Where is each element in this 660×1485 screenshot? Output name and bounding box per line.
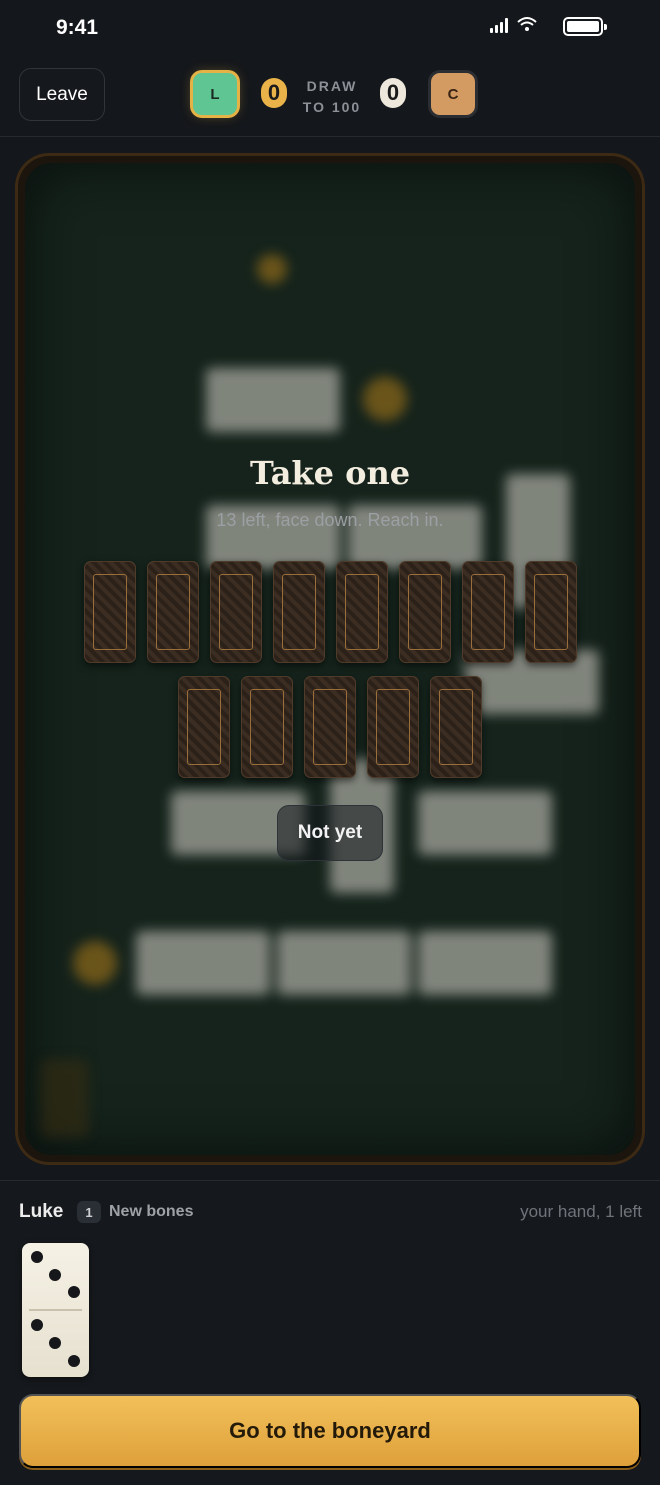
new-bones-count: 1 <box>77 1201 101 1223</box>
player-name: Luke <box>19 1201 64 1222</box>
leave-button[interactable]: Leave <box>19 68 105 121</box>
bone-back-pattern <box>534 574 568 650</box>
bone-back-pattern <box>93 574 127 650</box>
bone-back-pattern <box>376 689 410 765</box>
bone-back-pattern <box>156 574 190 650</box>
bone-back-pattern <box>282 574 316 650</box>
face-down-bone[interactable] <box>430 676 482 778</box>
game-target: DRAW TO 100 <box>296 76 368 118</box>
game-header: Leave L 0 DRAW TO 100 0 C <box>0 56 660 137</box>
status-bar: 9:41 <box>0 0 660 56</box>
face-down-bone[interactable] <box>178 676 230 778</box>
bone-back-pattern <box>408 574 442 650</box>
target-line-2: TO 100 <box>302 99 362 115</box>
opponent-score: 0 <box>380 78 406 108</box>
opponent-avatar: C <box>431 73 475 115</box>
new-bones-label: New bones <box>109 1203 194 1220</box>
bone-back-pattern <box>345 574 379 650</box>
clock: 9:41 <box>56 16 99 39</box>
player-avatar: L <box>193 73 237 115</box>
face-down-bone[interactable] <box>399 561 451 663</box>
hand-info: your hand, 1 left <box>520 1202 642 1221</box>
bone-back-pattern <box>250 689 284 765</box>
bone-back-pattern <box>439 689 473 765</box>
bone-back-pattern <box>471 574 505 650</box>
signal-icon <box>490 18 508 33</box>
not-yet-button[interactable]: Not yet <box>277 805 383 861</box>
go-to-boneyard-button[interactable]: Go to the boneyard <box>19 1394 641 1468</box>
face-down-bone[interactable] <box>525 561 577 663</box>
hand-domino-3-3[interactable] <box>22 1243 89 1377</box>
face-down-bone[interactable] <box>462 561 514 663</box>
player-score: 0 <box>261 78 287 108</box>
bone-back-pattern <box>313 689 347 765</box>
face-down-bone[interactable] <box>241 676 293 778</box>
face-down-bone[interactable] <box>336 561 388 663</box>
face-down-bone[interactable] <box>367 676 419 778</box>
face-down-bone[interactable] <box>210 561 262 663</box>
battery-icon <box>563 17 607 36</box>
wifi-icon <box>517 17 537 31</box>
face-down-bone[interactable] <box>147 561 199 663</box>
face-down-bone[interactable] <box>84 561 136 663</box>
bone-back-pattern <box>219 574 253 650</box>
player-hand: Luke 1 New bones your hand, 1 left Go to… <box>0 1180 660 1485</box>
target-line-1: DRAW <box>306 78 358 94</box>
face-down-bone[interactable] <box>304 676 356 778</box>
bone-back-pattern <box>187 689 221 765</box>
face-down-bone[interactable] <box>273 561 325 663</box>
